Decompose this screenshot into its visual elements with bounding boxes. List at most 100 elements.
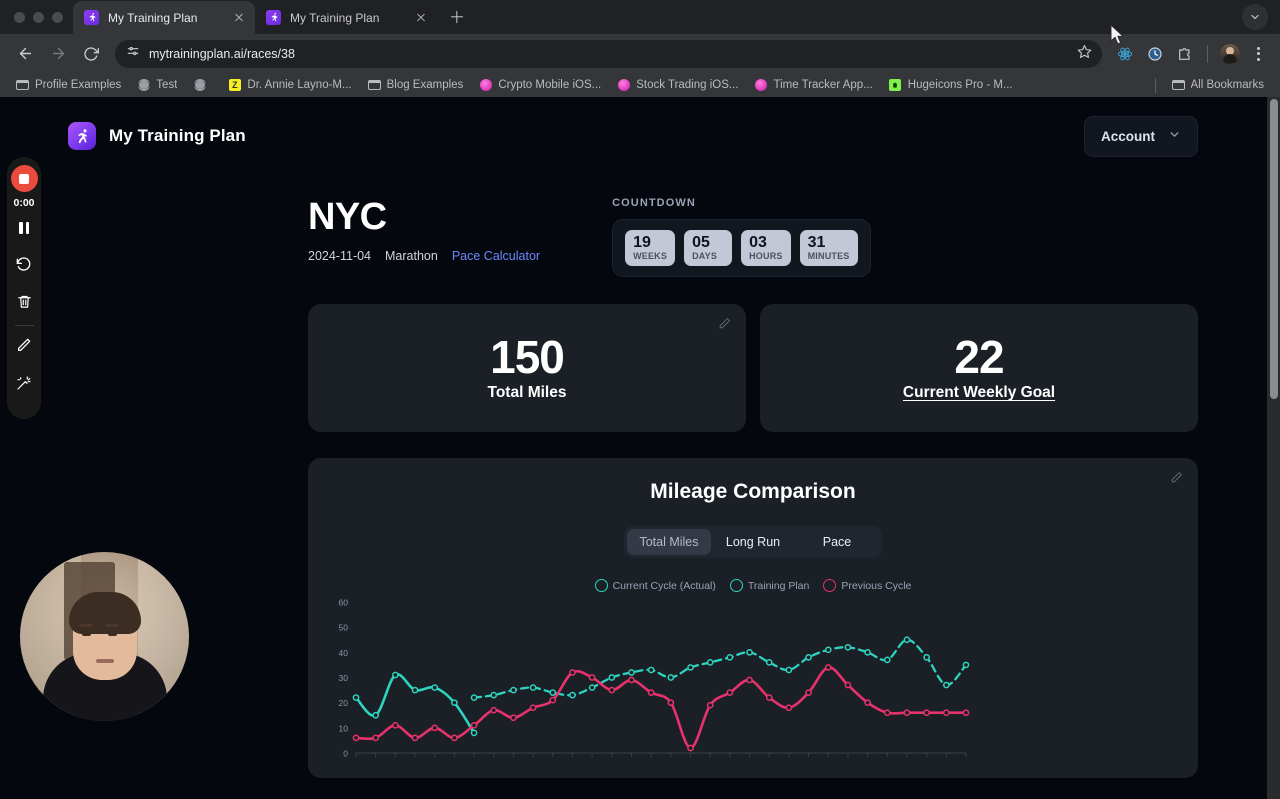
all-bookmarks-button[interactable]: All Bookmarks [1164,75,1273,95]
legend-item-previous-cycle[interactable]: Previous Cycle [823,579,911,593]
avatar[interactable] [1216,40,1244,68]
legend-item-current-cycle[interactable]: Current Cycle (Actual) [594,579,716,593]
forward-icon[interactable] [43,39,73,69]
pink-app-icon [617,79,630,92]
countdown-label: COUNTDOWN [612,197,696,209]
globe-icon [137,79,150,92]
stat-card-total-miles[interactable]: 150 Total Miles [308,304,746,433]
clock-extension-icon[interactable] [1141,40,1169,68]
pace-calculator-link[interactable]: Pace Calculator [452,249,540,263]
countdown-unit: WEEKS [633,251,668,262]
chevron-down-icon[interactable] [1242,4,1268,30]
browser-toolbar: mytrainingplan.ai/races/38 [0,34,1280,73]
edit-pencil-icon[interactable] [1170,471,1183,489]
page-scrollbar[interactable] [1267,97,1280,799]
account-button[interactable]: Account [1084,115,1198,157]
folder-icon [1171,79,1185,92]
bookmark-item[interactable]: Crypto Mobile iOS... [471,75,609,95]
new-tab-button[interactable] [443,3,471,31]
countdown: COUNTDOWN 19 WEEKS 05 DAYS 03 HOURS 31 M… [612,197,871,278]
tab-pace[interactable]: Pace [795,529,879,555]
webcam-person-mouth [95,659,114,663]
bookmark-item[interactable]: Stock Trading iOS... [609,75,746,95]
toolbar-divider [1207,44,1208,63]
maximize-window-button[interactable] [52,12,63,23]
close-tab-icon[interactable] [231,10,247,26]
mileage-line-chart[interactable]: 0 10 20 30 40 50 60 [308,596,1198,759]
tab-total-miles[interactable]: Total Miles [627,529,711,556]
legend-label: Current Cycle (Actual) [612,579,716,592]
countdown-unit: HOURS [749,251,783,262]
bookmark-label: Stock Trading iOS... [636,79,739,91]
restart-recording-button[interactable] [7,247,41,285]
stat-card-weekly-goal[interactable]: 22 Current Weekly Goal [760,304,1198,433]
delete-recording-button[interactable] [7,285,41,323]
svg-text:40: 40 [339,648,349,658]
green-app-icon [889,79,902,92]
legend-dot-pink [823,579,837,593]
pink-app-icon [479,79,492,92]
race-type: Marathon [385,249,438,264]
close-window-button[interactable] [14,12,25,23]
tabstrip-right [1242,4,1280,34]
kebab-menu-icon[interactable] [1246,40,1270,68]
bookmark-item[interactable]: Blog Examples [360,75,472,95]
tab-long-run[interactable]: Long Run [711,529,795,555]
browser-window: My Training Plan My Training Plan mytrai… [0,0,1280,799]
site-header: My Training Plan Account [0,97,1280,175]
browser-tab-2[interactable]: My Training Plan [255,1,437,34]
account-label: Account [1101,128,1155,144]
brand-name: My Training Plan [109,126,246,145]
bookmark-label: Dr. Annie Layno-M... [247,79,352,91]
folder-icon [367,79,381,92]
bookmark-item[interactable]: Profile Examples [8,75,129,95]
window-controls [0,12,73,34]
countdown-cell-hours: 03 HOURS [741,230,791,267]
webcam-overlay[interactable] [20,552,189,721]
countdown-unit: MINUTES [807,251,850,262]
tab-strip: My Training Plan My Training Plan [0,0,1280,34]
bookmark-label: Blog Examples [386,79,464,91]
countdown-value: 31 [807,234,826,251]
scrollbar-thumb[interactable] [1269,99,1278,399]
star-icon[interactable] [1077,44,1092,64]
reload-icon[interactable] [76,39,106,69]
countdown-value: 19 [633,234,651,251]
close-tab-icon[interactable] [413,10,429,26]
countdown-unit: DAYS [692,251,718,262]
recorder-divider [14,325,34,326]
countdown-value: 05 [692,234,710,251]
extensions-puzzle-icon[interactable] [1171,40,1199,68]
legend-item-training-plan[interactable]: Training Plan [729,579,809,593]
edit-pencil-icon[interactable] [718,317,731,335]
bookmark-item[interactable]: Hugeicons Pro - M... [881,75,1021,95]
back-icon[interactable] [10,39,40,69]
bookmark-item[interactable] [185,75,220,95]
mouse-cursor [1110,23,1126,51]
training-plan-page: My Training Plan Account NYC 2024-11-04 … [0,97,1280,799]
browser-tab-1[interactable]: My Training Plan [73,1,255,34]
address-bar[interactable]: mytrainingplan.ai/races/38 [115,39,1102,68]
toolbar-icons [1111,40,1270,68]
webcam-person-eye-right [108,632,117,636]
stat-value: 22 [954,331,1004,384]
effects-button[interactable] [7,366,41,404]
stat-label[interactable]: Current Weekly Goal [903,384,1055,402]
runner-icon [84,10,99,25]
tab-title: My Training Plan [290,10,380,25]
pause-recording-button[interactable] [7,209,41,247]
site-settings-icon[interactable] [126,44,140,63]
minimize-window-button[interactable] [33,12,44,23]
race-meta: 2024-11-04 Marathon Pace Calculator [308,249,540,263]
trash-icon [17,294,32,314]
webcam-person-hair [68,592,141,634]
bookmark-item[interactable]: Test [129,75,185,95]
pen-tool-button[interactable] [7,328,41,366]
stop-recording-button[interactable] [10,165,38,192]
brand[interactable]: My Training Plan [68,122,246,150]
all-bookmarks-label: All Bookmarks [1190,79,1265,91]
bookmark-label: Time Tracker App... [773,79,873,91]
tab-title: My Training Plan [108,10,198,25]
bookmark-item[interactable]: Time Tracker App... [746,75,880,95]
bookmark-item[interactable]: Z Dr. Annie Layno-M... [220,75,359,95]
